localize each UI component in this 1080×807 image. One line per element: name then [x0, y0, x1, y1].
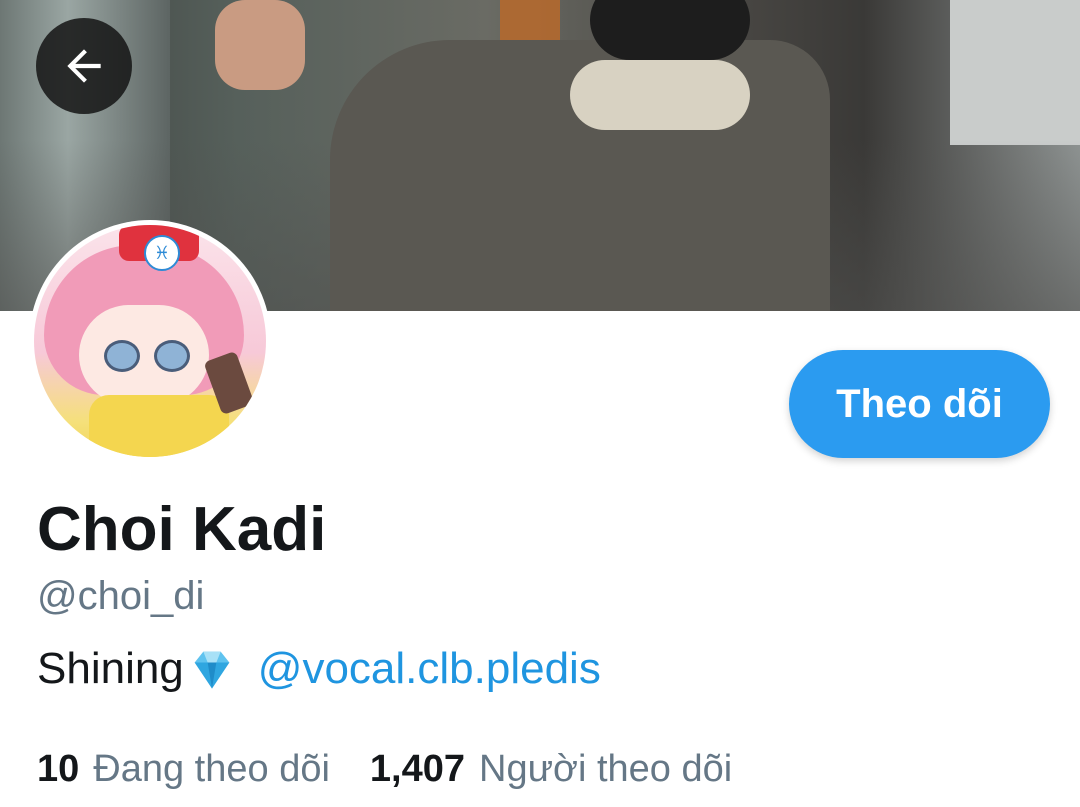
- followers-count: 1,407: [369, 748, 466, 790]
- banner-wall: [950, 0, 1080, 145]
- bio-text: Shining: [37, 644, 184, 693]
- follow-button[interactable]: Theo dõi: [789, 350, 1050, 458]
- avatar[interactable]: ♓: [29, 220, 271, 462]
- avatar-eye-right: [154, 340, 190, 372]
- bio: Shining @vocal.clb.pledis: [37, 643, 601, 695]
- display-name: Choi Kadi: [37, 495, 327, 564]
- bio-mention-link[interactable]: @vocal.clb.pledis: [258, 644, 601, 694]
- avatar-image: ♓: [34, 225, 266, 457]
- arrow-left-icon: [67, 49, 101, 83]
- user-handle: @choi_di: [37, 574, 205, 618]
- gem-icon: [194, 651, 230, 689]
- followers-stat[interactable]: 1,407 Người theo dõi: [370, 748, 732, 791]
- avatar-body: [89, 395, 229, 457]
- back-button[interactable]: [36, 18, 132, 114]
- following-label: Đang theo dõi: [93, 748, 330, 790]
- avatar-badge: ♓: [144, 235, 180, 271]
- followers-label: Người theo dõi: [479, 748, 733, 790]
- banner-person-hands: [215, 0, 305, 90]
- follow-stats: 10 Đang theo dõi 1,407 Người theo dõi: [37, 748, 732, 791]
- avatar-eye-left: [104, 340, 140, 372]
- banner-person-hat: [590, 0, 750, 60]
- banner-person-collar: [570, 60, 750, 130]
- following-count: 10: [37, 748, 80, 790]
- following-stat[interactable]: 10 Đang theo dõi: [37, 748, 330, 791]
